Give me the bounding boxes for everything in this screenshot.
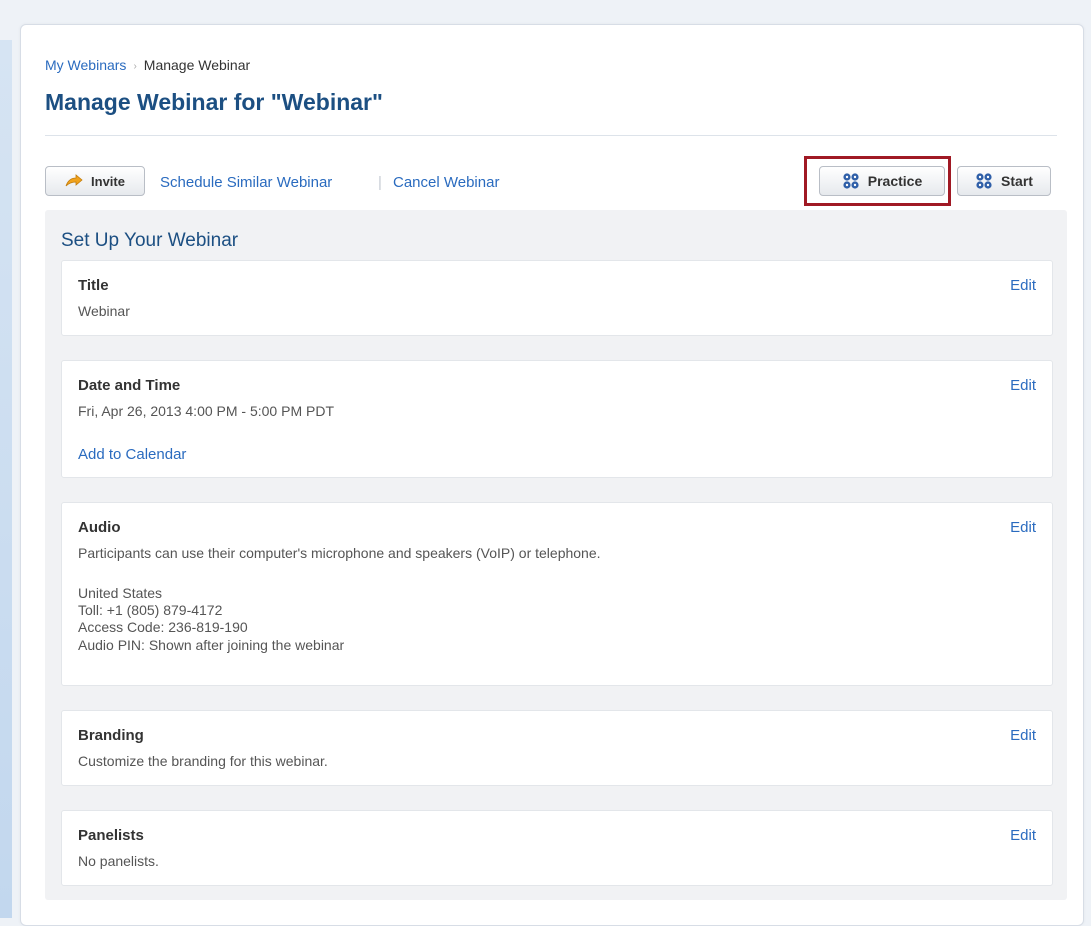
title-section-label: Title <box>78 277 109 294</box>
panelists-card: Panelists Edit No panelists. <box>61 810 1053 886</box>
cancel-webinar-link[interactable]: Cancel Webinar <box>393 174 499 191</box>
audio-card: Audio Edit Participants can use their co… <box>61 502 1053 686</box>
webinar-toolbar: Invite Schedule Similar Webinar | Cancel… <box>45 156 1053 206</box>
arrow-icon <box>65 174 83 188</box>
date-time-label: Date and Time <box>78 377 181 394</box>
panelists-label: Panelists <box>78 827 144 844</box>
breadcrumb-current: Manage Webinar <box>143 57 251 73</box>
invite-button[interactable]: Invite <box>45 166 145 196</box>
practice-label: Practice <box>867 173 923 189</box>
branding-description: Customize the branding for this webinar. <box>78 753 328 769</box>
audio-toll-number: Toll: +1 (805) 879-4172 <box>78 602 223 618</box>
setup-section: Set Up Your Webinar Title Edit Webinar D… <box>45 210 1067 900</box>
audio-edit-link[interactable]: Edit <box>1010 519 1036 536</box>
title-value: Webinar <box>78 303 130 319</box>
left-edge-strip <box>0 40 12 918</box>
breadcrumb-separator: › <box>133 61 137 72</box>
date-time-value: Fri, Apr 26, 2013 4:00 PM - 5:00 PM PDT <box>78 403 334 419</box>
date-time-card: Date and Time Edit Fri, Apr 26, 2013 4:0… <box>61 360 1053 478</box>
audio-label: Audio <box>78 519 121 536</box>
start-button[interactable]: Start <box>957 166 1051 196</box>
branding-label: Branding <box>78 727 144 744</box>
date-time-edit-link[interactable]: Edit <box>1010 377 1036 394</box>
manage-webinar-panel: My Webinars › Manage Webinar Manage Webina… <box>20 24 1084 926</box>
audio-pin: Audio PIN: Shown after joining the webin… <box>78 637 345 653</box>
gear-cluster-icon <box>842 172 860 190</box>
page-title: Manage Webinar for "Webinar" <box>45 89 383 115</box>
branding-edit-link[interactable]: Edit <box>1010 727 1036 744</box>
schedule-similar-webinar-link[interactable]: Schedule Similar Webinar <box>160 174 332 191</box>
toolbar-separator: | <box>378 174 382 191</box>
practice-button[interactable]: Practice <box>819 166 945 196</box>
audio-description: Participants can use their computer's mi… <box>78 545 601 561</box>
invite-label: Invite <box>91 173 125 189</box>
title-card: Title Edit Webinar <box>61 260 1053 336</box>
audio-country: United States <box>78 585 163 601</box>
add-to-calendar-link[interactable]: Add to Calendar <box>78 446 186 463</box>
panelists-description: No panelists. <box>78 853 159 869</box>
audio-access-code: Access Code: 236-819-190 <box>78 619 248 635</box>
setup-heading: Set Up Your Webinar <box>61 230 239 251</box>
panelists-edit-link[interactable]: Edit <box>1010 827 1036 844</box>
breadcrumb-my-webinars-link[interactable]: My Webinars <box>45 57 126 73</box>
gear-cluster-icon <box>975 172 993 190</box>
breadcrumb: My Webinars › Manage Webinar <box>45 57 250 73</box>
title-edit-link[interactable]: Edit <box>1010 277 1036 294</box>
branding-card: Branding Edit Customize the branding for… <box>61 710 1053 786</box>
start-label: Start <box>1001 173 1033 189</box>
title-divider <box>45 135 1057 136</box>
